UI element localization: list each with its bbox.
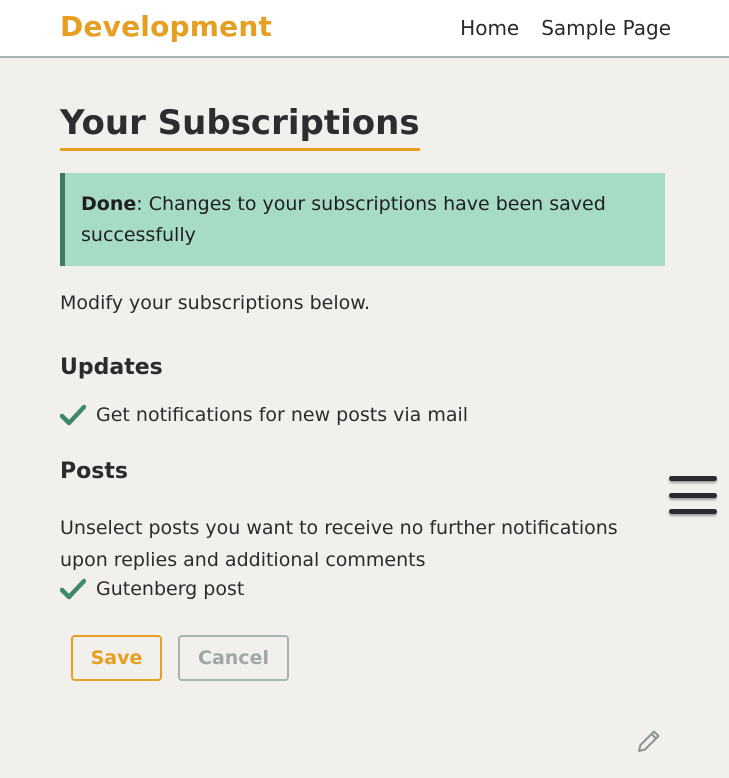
- menu-bar: [669, 476, 717, 481]
- nav-link-sample-page[interactable]: Sample Page: [541, 16, 671, 40]
- post-checkbox-row[interactable]: Gutenberg post: [60, 576, 666, 602]
- notice-label: Done: [81, 193, 137, 215]
- check-icon[interactable]: [60, 404, 96, 426]
- main-content: Your Subscriptions Done: Changes to your…: [60, 100, 666, 681]
- posts-description: Unselect posts you want to receive no fu…: [60, 517, 618, 571]
- cancel-button[interactable]: Cancel: [178, 635, 289, 681]
- updates-checkbox-row[interactable]: Get notifications for new posts via mail: [60, 402, 666, 428]
- save-button[interactable]: Save: [71, 635, 162, 681]
- nav-link-home[interactable]: Home: [460, 16, 519, 40]
- menu-bar: [669, 509, 717, 514]
- site-header: Development Home Sample Page: [0, 0, 729, 58]
- site-title-link[interactable]: Development: [60, 10, 272, 43]
- success-notice: Done: Changes to your subscriptions have…: [60, 173, 665, 266]
- page-title: Your Subscriptions: [60, 100, 420, 151]
- intro-text: Modify your subscriptions below.: [60, 292, 371, 314]
- updates-heading: Updates: [60, 355, 163, 380]
- posts-heading: Posts: [60, 459, 128, 484]
- pencil-icon[interactable]: [634, 726, 664, 756]
- form-actions: Save Cancel: [71, 635, 666, 681]
- check-icon[interactable]: [60, 578, 96, 600]
- menu-bar: [669, 492, 717, 498]
- updates-option-label: Get notifications for new posts via mail: [96, 404, 469, 426]
- notice-message: : Changes to your subscriptions have bee…: [81, 193, 606, 246]
- main-nav: Home Sample Page: [460, 16, 671, 40]
- hamburger-menu-icon[interactable]: [669, 476, 717, 514]
- post-item-label: Gutenberg post: [96, 578, 245, 600]
